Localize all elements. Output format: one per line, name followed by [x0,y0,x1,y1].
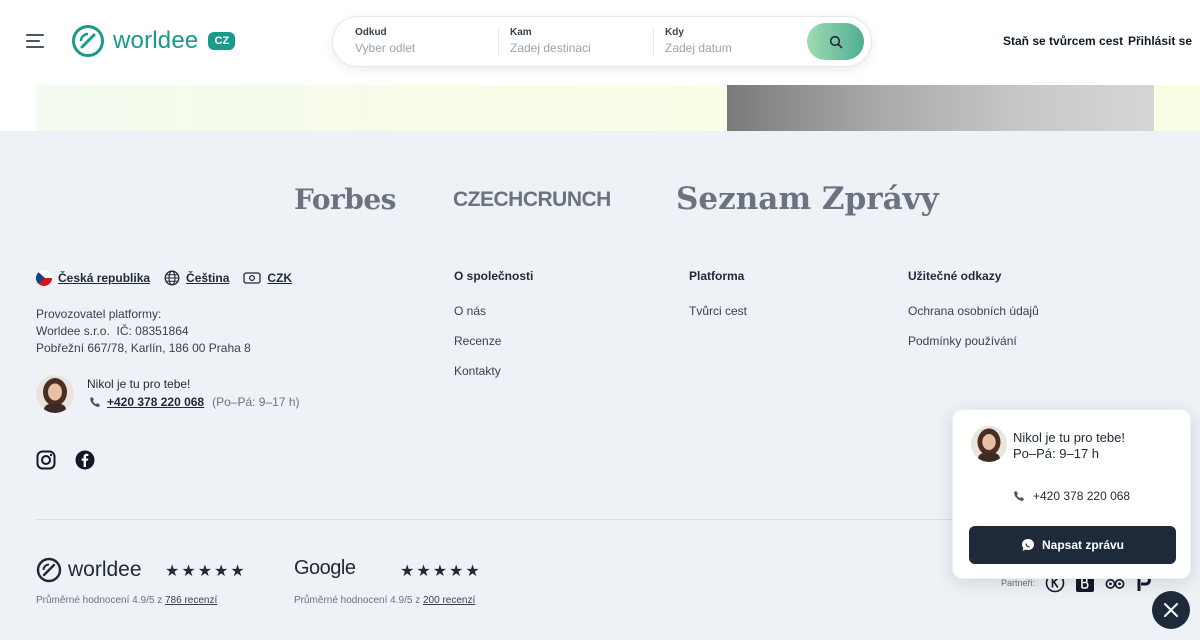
google-logo-text: Google [294,557,356,579]
google-rating-logo: Google [294,557,356,580]
country-selector[interactable]: Česká republika [36,270,150,286]
footer-link-privacy[interactable]: Ochrana osobních údajů [908,304,1039,318]
banner-panel [1154,85,1200,131]
destination-label: Kam [510,27,532,38]
google-stars: ★★★★★ [400,563,482,580]
date-label: Kdy [665,27,684,38]
currency-selector[interactable]: CZK [243,270,292,286]
worldee-stars: ★★★★★ [165,563,247,580]
currency-label: CZK [267,271,293,285]
footer-column-useful-links: Užitečné odkazy Ochrana osobních údajů P… [908,269,1039,364]
locale-selector: Česká republika Čeština CZK [36,270,306,286]
search-bar: Odkud Vyber odlet Kam Zadej destinaci Kd… [332,16,872,67]
chat-popup: Nikol je tu pro tebe! Po–Pá: 9–17 h +420… [952,409,1191,579]
column-title: Užitečné odkazy [908,269,1002,283]
search-button[interactable] [807,23,864,60]
date-placeholder: Zadej datum [665,41,732,55]
chat-phone-link[interactable]: +420 378 220 068 [1013,489,1130,503]
destination-placeholder: Zadej destinaci [510,41,591,55]
footer-column-platform: Platforma Tvůrci cest [689,269,747,334]
company-line: Worldee s.r.o. IČ: 08351864 [36,324,189,338]
footer-link-creators[interactable]: Tvůrci cest [689,304,747,318]
chat-bubble-icon [1021,539,1034,551]
chat-hours: Po–Pá: 9–17 h [1013,446,1100,461]
close-icon [1164,603,1178,617]
top-header: worldee CZ Odkud Vyber odlet Kam Zadej d… [0,0,1200,85]
column-title: O společnosti [454,269,534,283]
globe-icon [164,270,180,286]
worldee-rating-logo-text: worldee [68,558,142,581]
from-label: Odkud [355,27,387,38]
write-message-label: Napsat zprávu [1041,538,1125,552]
menu-icon[interactable] [26,34,44,48]
google-reviews-link[interactable]: 200 recenzí [423,595,475,606]
contact-phone-link[interactable]: +420 378 220 068 [107,395,204,409]
banner-photo [727,85,1154,131]
contact-greeting: Nikol je tu pro tebe! [87,377,191,391]
company-line: Provozovatel platformy: [36,307,162,321]
money-icon [243,272,262,284]
country-label: Česká republika [58,271,151,285]
instagram-icon[interactable] [36,450,56,470]
worldee-rating-logo: worldee [36,557,142,583]
nikol-chat-avatar [971,426,1007,462]
czech-flag-icon [36,270,52,286]
footer-link-terms[interactable]: Podmínky používání [908,334,1039,348]
chat-phone-number: +420 378 220 068 [1033,489,1131,503]
phone-icon [1014,491,1024,501]
worldee-logo-icon [36,557,62,583]
logo-text: worldee [113,27,199,54]
banner-panel [36,85,727,131]
footer-link-contacts[interactable]: Kontakty [454,364,533,378]
worldee-rating-label: Průměrné hodnocení 4.9/5 z [36,595,165,606]
search-divider [498,29,499,55]
footer-column-company: O společnosti O nás Recenze Kontakty [454,269,533,394]
company-info: Provozovatel platformy: Worldee s.r.o. I… [36,306,251,357]
google-rating-text: Průměrné hodnocení 4.9/5 z 200 recenzí [294,595,475,606]
date-field[interactable]: Kdy Zadej datum [665,27,805,55]
become-creator-link[interactable]: Staň se tvůrcem cest [1003,34,1123,48]
worldee-rating-text: Průměrné hodnocení 4.9/5 z 786 recenzí [36,595,217,606]
company-line: Pobřežní 667/78, Karlín, 186 00 Praha 8 [36,341,251,355]
destination-field[interactable]: Kam Zadej destinaci [510,27,650,55]
from-field[interactable]: Odkud Vyber odlet [355,27,495,55]
nikol-avatar [36,375,74,413]
column-title: Platforma [689,269,745,283]
login-link[interactable]: Přihlásit se [1128,34,1192,48]
write-message-button[interactable]: Napsat zprávu [969,526,1176,564]
worldee-logo-icon [72,25,104,57]
hero-image-strip [0,85,1200,131]
language-label: Čeština [186,271,230,285]
chat-greeting-line: Nikol je tu pro tebe! [1013,430,1126,445]
footer-link-about[interactable]: O nás [454,304,533,318]
worldee-reviews-link[interactable]: 786 recenzí [165,595,217,606]
press-logo-czechcrunch: CZECHCRUNCH [453,188,611,211]
search-icon [829,35,842,48]
chat-close-button[interactable] [1152,591,1190,629]
language-selector[interactable]: Čeština [164,270,229,286]
facebook-icon[interactable] [75,450,95,470]
search-divider [653,29,654,55]
press-logo-forbes: Forbes [294,183,396,216]
google-rating-label: Průměrné hodnocení 4.9/5 z [294,595,423,606]
contact-phone-row: +420 378 220 068 (Po–Pá: 9–17 h) [89,395,300,409]
footer-link-reviews[interactable]: Recenze [454,334,533,348]
chat-greeting: Nikol je tu pro tebe! Po–Pá: 9–17 h [1013,430,1125,462]
partners-label: Partneři: [1001,578,1036,588]
from-placeholder: Vyber odlet [355,41,416,55]
press-logo-seznam-zpravy: Seznam Zprávy [676,181,939,217]
phone-icon [90,397,100,407]
country-badge: CZ [208,32,236,50]
contact-hours: (Po–Pá: 9–17 h) [212,395,300,409]
worldee-logo[interactable]: worldee CZ [71,24,236,58]
